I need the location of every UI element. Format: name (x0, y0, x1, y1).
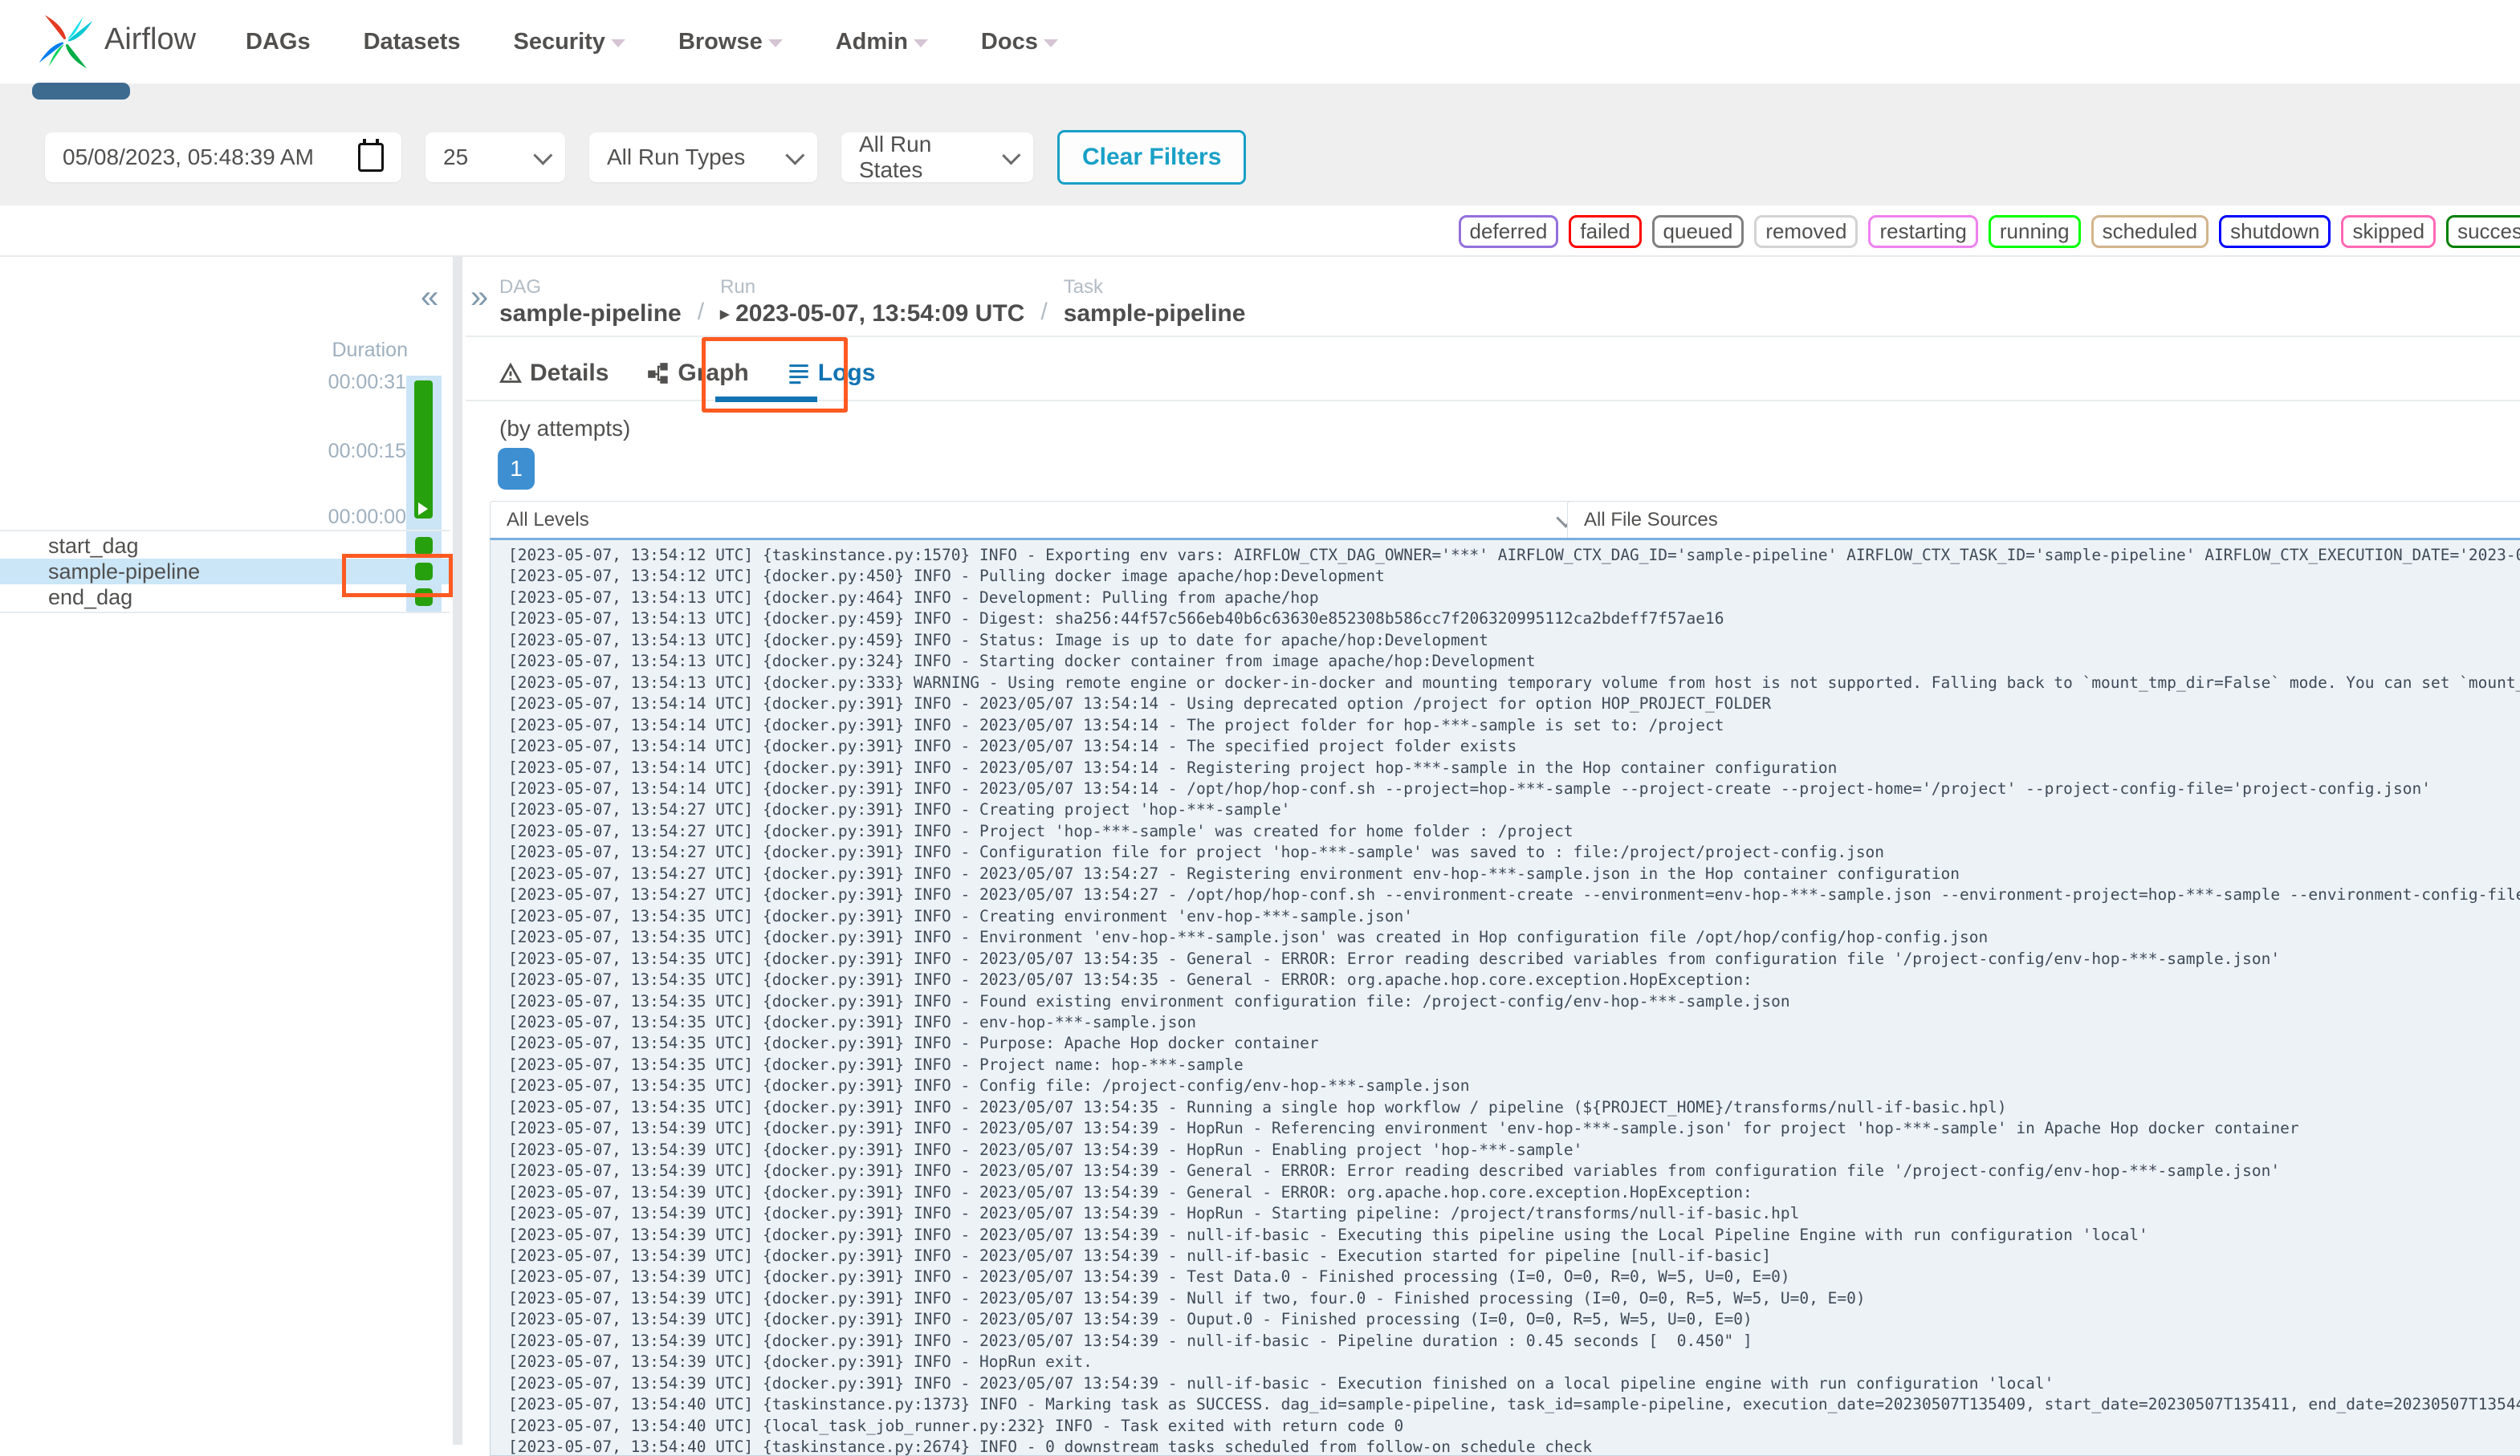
state-badge-shutdown[interactable]: shutdown (2219, 215, 2331, 248)
divider (0, 612, 450, 613)
airflow-logo-icon[interactable] (35, 10, 96, 74)
caret-down-icon (1043, 39, 1058, 47)
expand-panel-icon[interactable]: » (470, 281, 488, 313)
state-legend: deferred failed queued removed restarting run… (1458, 215, 2520, 248)
tab-details-label: Details (530, 360, 609, 386)
grid-sidebar: « Duration 00:00:31 00:00:15 00:00:00 star… (0, 257, 453, 1445)
state-badge-skipped[interactable]: skipped (2341, 215, 2437, 248)
caret-down-icon (913, 39, 928, 47)
nav-item-dags[interactable]: DAGs (246, 29, 311, 55)
tab-details[interactable]: Details (499, 360, 609, 387)
nav-item-label: Browse (678, 28, 763, 55)
task-label: Task (1063, 276, 1104, 298)
breadcrumb-separator: / (697, 299, 705, 325)
task-instance-highlight (342, 554, 453, 597)
file-sources-value: All File Sources (1584, 509, 1718, 531)
nav-item-label: Docs (980, 28, 1038, 55)
caret-down-icon (767, 39, 783, 47)
task-name: end_dag (48, 584, 133, 609)
state-badge-scheduled[interactable]: scheduled (2091, 215, 2209, 248)
run-states-select[interactable]: All Run States (841, 132, 1033, 182)
nav-item-label: Security (513, 28, 605, 55)
nav-item-admin[interactable]: Admin (836, 29, 928, 55)
state-badge-restarting[interactable]: restarting (1868, 215, 1978, 248)
nav-item-datasets[interactable]: Datasets (364, 29, 461, 55)
calendar-icon[interactable] (358, 139, 384, 172)
state-badge-removed[interactable]: removed (1754, 215, 1858, 248)
nav-item-security[interactable]: Security (513, 29, 625, 55)
duration-tick: 00:00:15 (328, 440, 406, 462)
brand-wordmark[interactable]: Airflow (104, 22, 196, 57)
breadcrumb-separator: / (1040, 299, 1048, 325)
duration-tick: 00:00:00 (328, 506, 406, 528)
breadcrumb-task: Task sample-pipeline (1064, 276, 1246, 327)
nav-item-label: Datasets (363, 28, 461, 55)
state-badge-running[interactable]: running (1988, 215, 2081, 248)
num-runs-select[interactable]: 25 (425, 132, 565, 182)
breadcrumb-dag: DAG sample-pipeline (499, 276, 682, 327)
chevron-down-icon (533, 145, 553, 165)
state-badge-queued[interactable]: queued (1651, 215, 1744, 248)
breadcrumb-run: Run ▸ 2023-05-07, 13:54:09 UTC (720, 276, 1024, 327)
base-date-input[interactable]: 05/08/2023, 05:48:39 AM (45, 132, 401, 182)
state-badge-success[interactable]: success (2446, 215, 2520, 248)
task-instance-square-success[interactable] (415, 537, 433, 555)
breadcrumb: DAG sample-pipeline / Run ▸ 2023-05-07, … (499, 276, 1245, 327)
log-output-container[interactable]: [2023-05-07, 13:54:12 UTC] {taskinstance… (490, 538, 2520, 1456)
run-types-value: All Run Types (607, 144, 746, 169)
nav-item-browse[interactable]: Browse (678, 29, 783, 55)
clear-filters-button[interactable]: Clear Filters (1057, 130, 1247, 185)
run-type-manual-icon: ▸ (720, 303, 730, 323)
chevron-down-icon (1002, 145, 1021, 165)
caret-down-icon (610, 39, 625, 47)
attempt-1-button[interactable]: 1 (498, 448, 535, 490)
duration-tick: 00:00:31 (328, 371, 406, 393)
log-level-select[interactable]: All Levels (490, 501, 1587, 539)
state-badge-failed[interactable]: failed (1569, 215, 1642, 248)
navbar: Airflow DAGs Datasets Security Browse Admin D… (0, 0, 2520, 83)
cut-off-blue-element (32, 83, 130, 100)
nav-item-label: DAGs (246, 28, 311, 55)
base-date-value: 05/08/2023, 05:48:39 AM (63, 144, 314, 169)
divider (0, 530, 450, 531)
chevron-down-icon (785, 145, 805, 165)
log-level-value: All Levels (507, 509, 589, 531)
nav-menu: DAGs Datasets Security Browse Admin Docs (246, 0, 1058, 83)
panel-resize-handle[interactable] (453, 257, 462, 1445)
run-filters: 05/08/2023, 05:48:39 AM 25 All Run Types… (45, 130, 1247, 185)
run-value[interactable]: ▸ 2023-05-07, 13:54:09 UTC (720, 300, 1024, 327)
task-detail-panel: » DAG sample-pipeline / Run ▸ 2023-05-07… (466, 257, 2520, 1456)
task-value[interactable]: sample-pipeline (1064, 300, 1246, 327)
task-name: start_dag (48, 533, 139, 558)
by-attempts-label: (by attempts) (499, 416, 631, 441)
collapse-panel-icon[interactable]: « (421, 281, 438, 313)
task-name: sample-pipeline (48, 559, 201, 584)
logs-tab-highlight (702, 337, 848, 413)
run-duration-bar[interactable] (414, 380, 433, 519)
num-runs-value: 25 (443, 144, 469, 169)
graph-icon (648, 363, 669, 384)
run-types-select[interactable]: All Run Types (589, 132, 817, 182)
run-states-value: All Run States (859, 132, 932, 182)
state-badge-deferred[interactable]: deferred (1458, 215, 1559, 248)
nav-item-docs[interactable]: Docs (981, 29, 1058, 55)
duration-axis-label: Duration (332, 339, 409, 361)
nav-item-label: Admin (835, 28, 908, 55)
run-selected-marker-icon (418, 502, 428, 515)
file-sources-select[interactable]: All File Sources (1567, 501, 2520, 539)
log-output: [2023-05-07, 13:54:12 UTC] {taskinstance… (508, 546, 2520, 1456)
dag-label: DAG (499, 276, 542, 298)
dag-value[interactable]: sample-pipeline (499, 300, 682, 327)
run-timestamp: 2023-05-07, 13:54:09 UTC (735, 300, 1025, 327)
details-triangle-icon (499, 362, 522, 383)
run-label: Run (720, 276, 756, 298)
